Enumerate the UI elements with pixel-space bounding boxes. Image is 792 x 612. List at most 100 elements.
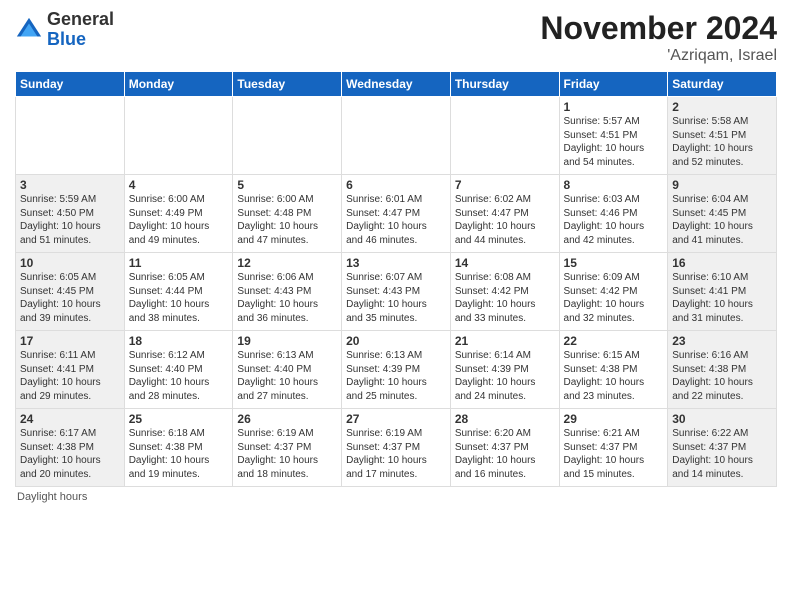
day-info: Sunrise: 6:07 AM Sunset: 4:43 PM Dayligh…	[346, 271, 446, 325]
location: 'Azriqam, Israel	[540, 47, 777, 65]
day-info: Sunrise: 6:13 AM Sunset: 4:40 PM Dayligh…	[237, 349, 337, 403]
calendar-cell: 27Sunrise: 6:19 AM Sunset: 4:37 PM Dayli…	[342, 409, 451, 487]
week-row-4: 17Sunrise: 6:11 AM Sunset: 4:41 PM Dayli…	[16, 331, 777, 409]
calendar-cell: 11Sunrise: 6:05 AM Sunset: 4:44 PM Dayli…	[124, 253, 233, 331]
calendar-cell: 28Sunrise: 6:20 AM Sunset: 4:37 PM Dayli…	[450, 409, 559, 487]
calendar-cell: 9Sunrise: 6:04 AM Sunset: 4:45 PM Daylig…	[668, 175, 777, 253]
day-number: 1	[564, 100, 664, 114]
footer: Daylight hours	[15, 491, 777, 503]
calendar-cell: 18Sunrise: 6:12 AM Sunset: 4:40 PM Dayli…	[124, 331, 233, 409]
col-header-saturday: Saturday	[668, 72, 777, 97]
day-number: 4	[129, 178, 229, 192]
day-number: 27	[346, 412, 446, 426]
calendar-table: SundayMondayTuesdayWednesdayThursdayFrid…	[15, 71, 777, 487]
day-number: 7	[455, 178, 555, 192]
calendar-cell	[124, 97, 233, 175]
logo-blue: Blue	[47, 29, 86, 49]
calendar-header-row: SundayMondayTuesdayWednesdayThursdayFrid…	[16, 72, 777, 97]
col-header-tuesday: Tuesday	[233, 72, 342, 97]
col-header-friday: Friday	[559, 72, 668, 97]
page: General Blue November 2024 'Azriqam, Isr…	[0, 0, 792, 513]
day-info: Sunrise: 6:04 AM Sunset: 4:45 PM Dayligh…	[672, 193, 772, 247]
day-number: 11	[129, 256, 229, 270]
day-number: 13	[346, 256, 446, 270]
day-info: Sunrise: 5:59 AM Sunset: 4:50 PM Dayligh…	[20, 193, 120, 247]
day-number: 15	[564, 256, 664, 270]
col-header-sunday: Sunday	[16, 72, 125, 97]
day-number: 10	[20, 256, 120, 270]
day-info: Sunrise: 6:00 AM Sunset: 4:48 PM Dayligh…	[237, 193, 337, 247]
calendar-cell: 29Sunrise: 6:21 AM Sunset: 4:37 PM Dayli…	[559, 409, 668, 487]
calendar-cell: 23Sunrise: 6:16 AM Sunset: 4:38 PM Dayli…	[668, 331, 777, 409]
day-info: Sunrise: 6:10 AM Sunset: 4:41 PM Dayligh…	[672, 271, 772, 325]
calendar-cell: 26Sunrise: 6:19 AM Sunset: 4:37 PM Dayli…	[233, 409, 342, 487]
calendar-cell: 12Sunrise: 6:06 AM Sunset: 4:43 PM Dayli…	[233, 253, 342, 331]
day-number: 8	[564, 178, 664, 192]
day-info: Sunrise: 6:20 AM Sunset: 4:37 PM Dayligh…	[455, 427, 555, 481]
calendar-cell: 14Sunrise: 6:08 AM Sunset: 4:42 PM Dayli…	[450, 253, 559, 331]
day-number: 12	[237, 256, 337, 270]
header: General Blue November 2024 'Azriqam, Isr…	[15, 10, 777, 65]
day-number: 6	[346, 178, 446, 192]
day-info: Sunrise: 6:09 AM Sunset: 4:42 PM Dayligh…	[564, 271, 664, 325]
day-number: 21	[455, 334, 555, 348]
week-row-5: 24Sunrise: 6:17 AM Sunset: 4:38 PM Dayli…	[16, 409, 777, 487]
day-number: 9	[672, 178, 772, 192]
calendar-cell: 5Sunrise: 6:00 AM Sunset: 4:48 PM Daylig…	[233, 175, 342, 253]
col-header-thursday: Thursday	[450, 72, 559, 97]
day-number: 22	[564, 334, 664, 348]
day-number: 19	[237, 334, 337, 348]
day-info: Sunrise: 6:08 AM Sunset: 4:42 PM Dayligh…	[455, 271, 555, 325]
day-info: Sunrise: 6:21 AM Sunset: 4:37 PM Dayligh…	[564, 427, 664, 481]
day-info: Sunrise: 6:17 AM Sunset: 4:38 PM Dayligh…	[20, 427, 120, 481]
day-number: 23	[672, 334, 772, 348]
day-number: 14	[455, 256, 555, 270]
logo-general: General	[47, 9, 114, 29]
day-info: Sunrise: 6:16 AM Sunset: 4:38 PM Dayligh…	[672, 349, 772, 403]
day-info: Sunrise: 6:06 AM Sunset: 4:43 PM Dayligh…	[237, 271, 337, 325]
col-header-wednesday: Wednesday	[342, 72, 451, 97]
calendar-cell	[16, 97, 125, 175]
title-block: November 2024 'Azriqam, Israel	[540, 10, 777, 65]
calendar-cell: 7Sunrise: 6:02 AM Sunset: 4:47 PM Daylig…	[450, 175, 559, 253]
calendar-cell	[233, 97, 342, 175]
day-number: 26	[237, 412, 337, 426]
calendar-cell: 10Sunrise: 6:05 AM Sunset: 4:45 PM Dayli…	[16, 253, 125, 331]
day-number: 16	[672, 256, 772, 270]
week-row-3: 10Sunrise: 6:05 AM Sunset: 4:45 PM Dayli…	[16, 253, 777, 331]
calendar-cell: 6Sunrise: 6:01 AM Sunset: 4:47 PM Daylig…	[342, 175, 451, 253]
day-info: Sunrise: 6:05 AM Sunset: 4:44 PM Dayligh…	[129, 271, 229, 325]
month-title: November 2024	[540, 10, 777, 47]
day-info: Sunrise: 6:22 AM Sunset: 4:37 PM Dayligh…	[672, 427, 772, 481]
logo-icon	[15, 16, 43, 44]
day-info: Sunrise: 5:57 AM Sunset: 4:51 PM Dayligh…	[564, 115, 664, 169]
day-number: 20	[346, 334, 446, 348]
logo-text: General Blue	[47, 10, 114, 50]
calendar-cell: 1Sunrise: 5:57 AM Sunset: 4:51 PM Daylig…	[559, 97, 668, 175]
calendar-cell: 22Sunrise: 6:15 AM Sunset: 4:38 PM Dayli…	[559, 331, 668, 409]
day-number: 2	[672, 100, 772, 114]
calendar-cell: 21Sunrise: 6:14 AM Sunset: 4:39 PM Dayli…	[450, 331, 559, 409]
calendar-cell: 8Sunrise: 6:03 AM Sunset: 4:46 PM Daylig…	[559, 175, 668, 253]
calendar-cell	[450, 97, 559, 175]
calendar-cell: 4Sunrise: 6:00 AM Sunset: 4:49 PM Daylig…	[124, 175, 233, 253]
calendar-cell: 19Sunrise: 6:13 AM Sunset: 4:40 PM Dayli…	[233, 331, 342, 409]
day-info: Sunrise: 6:19 AM Sunset: 4:37 PM Dayligh…	[237, 427, 337, 481]
day-number: 3	[20, 178, 120, 192]
day-info: Sunrise: 5:58 AM Sunset: 4:51 PM Dayligh…	[672, 115, 772, 169]
week-row-1: 1Sunrise: 5:57 AM Sunset: 4:51 PM Daylig…	[16, 97, 777, 175]
day-number: 30	[672, 412, 772, 426]
day-number: 29	[564, 412, 664, 426]
calendar-cell: 2Sunrise: 5:58 AM Sunset: 4:51 PM Daylig…	[668, 97, 777, 175]
calendar-cell: 30Sunrise: 6:22 AM Sunset: 4:37 PM Dayli…	[668, 409, 777, 487]
calendar-cell: 16Sunrise: 6:10 AM Sunset: 4:41 PM Dayli…	[668, 253, 777, 331]
day-info: Sunrise: 6:01 AM Sunset: 4:47 PM Dayligh…	[346, 193, 446, 247]
daylight-label: Daylight hours	[17, 491, 87, 503]
day-info: Sunrise: 6:03 AM Sunset: 4:46 PM Dayligh…	[564, 193, 664, 247]
calendar-cell: 13Sunrise: 6:07 AM Sunset: 4:43 PM Dayli…	[342, 253, 451, 331]
calendar-cell	[342, 97, 451, 175]
day-info: Sunrise: 6:14 AM Sunset: 4:39 PM Dayligh…	[455, 349, 555, 403]
day-info: Sunrise: 6:05 AM Sunset: 4:45 PM Dayligh…	[20, 271, 120, 325]
calendar-cell: 15Sunrise: 6:09 AM Sunset: 4:42 PM Dayli…	[559, 253, 668, 331]
week-row-2: 3Sunrise: 5:59 AM Sunset: 4:50 PM Daylig…	[16, 175, 777, 253]
